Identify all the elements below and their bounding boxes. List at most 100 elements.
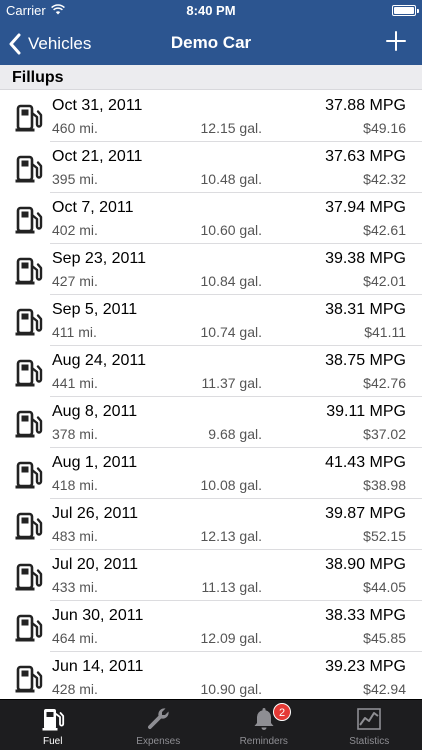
- tab-reminders-label: Reminders: [239, 736, 288, 747]
- fillup-date: Jun 14, 2011: [52, 658, 144, 675]
- reminders-badge: 2: [273, 703, 291, 721]
- fuel-pump-icon: [15, 461, 43, 489]
- page-title: Demo Car: [170, 33, 252, 52]
- fillup-date: Oct 31, 2011: [52, 97, 143, 114]
- fuel-pump-icon: [15, 512, 43, 540]
- fillup-cost: $41.11: [364, 324, 406, 340]
- fillup-miles: 411 mi.: [52, 324, 97, 340]
- fillup-miles: 402 mi.: [52, 222, 98, 238]
- fillup-row[interactable]: Sep 5, 2011 38.31 MPG 411 mi. 10.74 gal. $41…: [0, 295, 422, 346]
- fuel-pump-icon: [15, 614, 43, 642]
- fillup-row[interactable]: Jul 26, 2011 39.87 MPG 483 mi. 12.13 gal. $5…: [0, 499, 422, 550]
- chart-icon: [357, 708, 382, 730]
- wrench-icon: [148, 708, 169, 730]
- fillup-gallons: 12.09 gal.: [200, 630, 263, 646]
- fillup-mpg: 39.87 MPG: [325, 505, 406, 522]
- fillup-row[interactable]: Jun 14, 2011 39.23 MPG 428 mi. 10.90 gal. $4…: [0, 652, 422, 699]
- fillup-row[interactable]: Aug 24, 2011 38.75 MPG 441 mi. 11.37 gal. $4…: [0, 346, 422, 397]
- fillup-miles: 441 mi.: [52, 375, 98, 391]
- tab-statistics-label: Statistics: [349, 736, 390, 747]
- fillup-mpg: 41.43 MPG: [325, 454, 406, 471]
- status-time: 8:40 PM: [186, 3, 236, 18]
- fillup-gallons: 10.90 gal.: [200, 681, 263, 697]
- fillup-miles: 460 mi.: [52, 120, 98, 136]
- fillup-mpg: 39.38 MPG: [325, 250, 406, 267]
- fillup-mpg: 37.63 MPG: [325, 148, 406, 165]
- tab-fuel-label: Fuel: [43, 736, 63, 747]
- tab-expenses[interactable]: Expenses: [106, 700, 212, 750]
- fillup-row[interactable]: Jul 20, 2011 38.90 MPG 433 mi. 11.13 gal. $4…: [0, 550, 422, 601]
- fillup-row[interactable]: Oct 21, 2011 37.63 MPG 395 mi. 10.48 gal. $4…: [0, 142, 422, 193]
- fillup-miles: 378 mi.: [52, 426, 98, 442]
- fillup-cost: $37.02: [363, 426, 406, 442]
- tab-reminders[interactable]: 2 Reminders: [211, 700, 317, 750]
- fillup-date: Jul 26, 2011: [52, 505, 138, 522]
- fuel-pump-icon: [15, 563, 43, 591]
- tab-bar: Fuel Expenses 2 Reminders Statistics: [0, 699, 422, 750]
- fuel-pump-icon: [15, 155, 43, 183]
- fillup-cost: $42.01: [363, 273, 406, 289]
- fillup-cost: $45.85: [363, 630, 406, 646]
- fuel-pump-icon: [15, 104, 43, 132]
- fuel-pump-icon: [15, 257, 43, 285]
- fillup-mpg: 37.88 MPG: [325, 97, 406, 114]
- fillup-mpg: 37.94 MPG: [325, 199, 406, 216]
- add-fillup-button[interactable]: [384, 29, 408, 53]
- tab-fuel[interactable]: Fuel: [0, 700, 106, 750]
- fuel-pump-icon: [15, 410, 43, 438]
- fillup-gallons: 11.37 gal.: [201, 375, 262, 391]
- fillup-gallons: 10.84 gal.: [200, 273, 263, 289]
- fuel-pump-icon: [15, 308, 43, 336]
- fillup-gallons: 10.60 gal.: [200, 222, 263, 238]
- fillup-date: Sep 5, 2011: [52, 301, 138, 318]
- fillup-cost: $38.98: [363, 477, 406, 493]
- fillup-gallons: 10.48 gal.: [200, 171, 263, 187]
- status-bar: Carrier 8:40 PM: [0, 0, 422, 22]
- header: Carrier 8:40 PM Vehicles Demo Car: [0, 0, 422, 65]
- fillup-miles: 428 mi.: [52, 681, 98, 697]
- fillup-mpg: 39.11 MPG: [326, 403, 406, 420]
- fuel-pump-icon: [42, 709, 64, 731]
- fillup-row[interactable]: Aug 1, 2011 41.43 MPG 418 mi. 10.08 gal. $38…: [0, 448, 422, 499]
- fillup-row[interactable]: Jun 30, 2011 38.33 MPG 464 mi. 12.09 gal. $4…: [0, 601, 422, 652]
- fillup-date: Aug 8, 2011: [52, 403, 138, 420]
- section-header: Fillups: [0, 65, 422, 90]
- fillup-mpg: 38.75 MPG: [325, 352, 406, 369]
- fillup-cost: $42.94: [363, 681, 406, 697]
- fillup-mpg: 38.31 MPG: [325, 301, 406, 318]
- fillup-cost: $44.05: [363, 579, 406, 595]
- fillup-gallons: 12.15 gal.: [200, 120, 263, 136]
- fillup-date: Oct 7, 2011: [52, 199, 134, 216]
- fillup-miles: 483 mi.: [52, 528, 98, 544]
- fillup-list[interactable]: Oct 31, 2011 37.88 MPG 460 mi. 12.15 gal. $4…: [0, 91, 422, 699]
- fillup-date: Oct 21, 2011: [52, 148, 143, 165]
- fillup-mpg: 38.90 MPG: [325, 556, 406, 573]
- fillup-gallons: 10.74 gal.: [200, 324, 263, 340]
- fillup-gallons: 11.13 gal.: [201, 579, 262, 595]
- nav-bar: Vehicles Demo Car: [0, 22, 422, 65]
- fillup-row[interactable]: Sep 23, 2011 39.38 MPG 427 mi. 10.84 gal. $4…: [0, 244, 422, 295]
- fillup-miles: 427 mi.: [52, 273, 98, 289]
- battery-icon: [392, 5, 419, 16]
- fuel-pump-icon: [15, 359, 43, 387]
- fillup-gallons: 12.13 gal.: [200, 528, 263, 544]
- fillup-cost: $52.15: [363, 528, 406, 544]
- fillup-mpg: 39.23 MPG: [325, 658, 406, 675]
- fillup-date: Aug 1, 2011: [52, 454, 138, 471]
- tab-statistics[interactable]: Statistics: [317, 700, 422, 750]
- fillup-mpg: 38.33 MPG: [325, 607, 406, 624]
- fillup-miles: 433 mi.: [52, 579, 98, 595]
- fillup-miles: 418 mi.: [52, 477, 98, 493]
- fillup-gallons: 9.68 gal.: [208, 426, 262, 442]
- tab-expenses-label: Expenses: [136, 736, 181, 747]
- fillup-cost: $42.61: [363, 222, 406, 238]
- fillup-gallons: 10.08 gal.: [200, 477, 263, 493]
- fuel-pump-icon: [15, 206, 43, 234]
- fillup-row[interactable]: Oct 7, 2011 37.94 MPG 402 mi. 10.60 gal. $42…: [0, 193, 422, 244]
- fillup-row[interactable]: Aug 8, 2011 39.11 MPG 378 mi. 9.68 gal. $37.…: [0, 397, 422, 448]
- fillup-cost: $42.76: [363, 375, 406, 391]
- fillup-miles: 464 mi.: [52, 630, 98, 646]
- fillup-row[interactable]: Oct 31, 2011 37.88 MPG 460 mi. 12.15 gal. $4…: [0, 91, 422, 142]
- fuel-pump-icon: [15, 665, 43, 693]
- fillup-date: Jun 30, 2011: [52, 607, 144, 624]
